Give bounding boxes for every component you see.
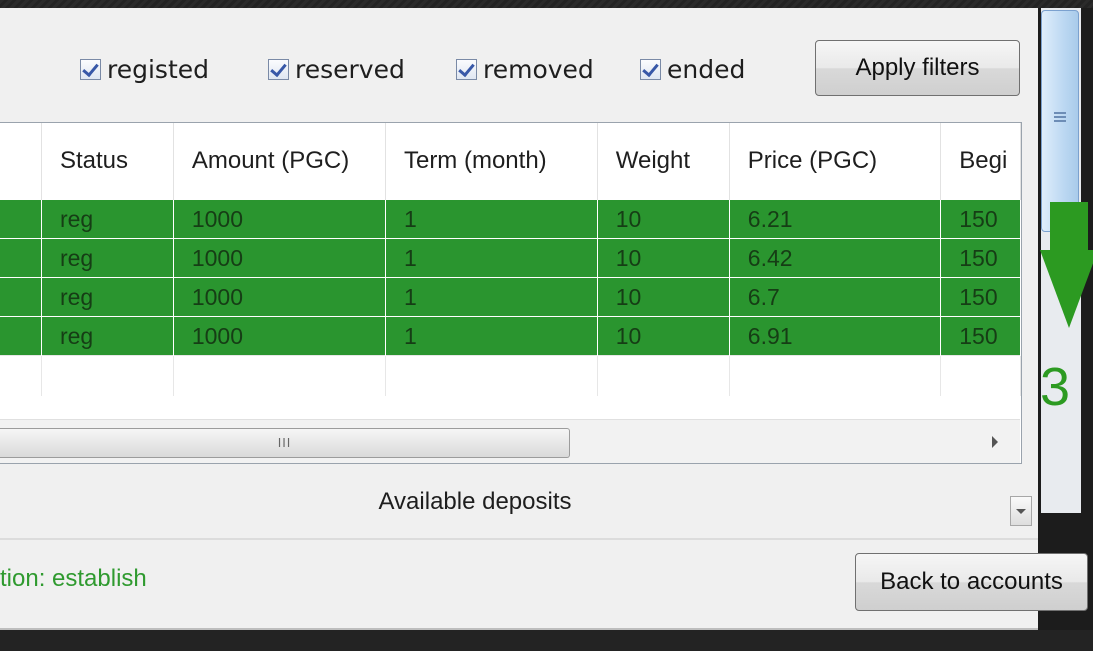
amount-cell: 1000: [173, 199, 386, 239]
table-row[interactable]: reg 1000 1 10 6.21 150: [0, 199, 1021, 239]
filter-removed-checkbox[interactable]: removed: [456, 54, 594, 84]
background-frame-bottom: [0, 630, 1093, 651]
table-row[interactable]: reg 1000 1 10 6.91 150: [0, 316, 1021, 356]
price-cell: 6.91: [729, 316, 942, 356]
row-select-cell[interactable]: [0, 277, 42, 317]
deposits-window: registed reserved removed ended Apply fi…: [0, 8, 1088, 630]
checkbox-checked-icon: [80, 58, 101, 80]
price-cell: 6.21: [729, 199, 942, 239]
divider: [0, 538, 1038, 540]
filter-label: registed: [107, 54, 210, 84]
action-status-text: tion: establish: [0, 565, 147, 592]
back-to-accounts-button[interactable]: Back to accounts: [855, 553, 1088, 611]
row-select-cell[interactable]: [0, 238, 42, 278]
column-header-amount[interactable]: Amount (PGC): [173, 123, 386, 200]
status-cell: reg: [41, 199, 174, 239]
scroll-right-icon[interactable]: [992, 436, 998, 448]
begin-cell: 150: [940, 199, 1021, 239]
filter-label: ended: [667, 54, 746, 84]
column-header-price[interactable]: Price (PGC): [729, 123, 942, 200]
column-header-status[interactable]: Status: [41, 123, 174, 200]
down-arrow-head-icon: [1040, 250, 1093, 328]
checkbox-checked-icon: [268, 58, 289, 80]
grip-icon: III: [277, 436, 292, 450]
row-select-cell[interactable]: [0, 199, 42, 239]
term-cell: 1: [385, 316, 598, 356]
status-cell: reg: [41, 277, 174, 317]
checkbox-checked-icon: [640, 58, 661, 80]
scroll-down-button[interactable]: [1010, 496, 1032, 526]
table-row[interactable]: reg 1000 1 10 6.7 150: [0, 277, 1021, 317]
column-header-term[interactable]: Term (month): [385, 123, 598, 200]
filter-ended-checkbox[interactable]: ended: [640, 54, 746, 84]
empty-row: [0, 355, 1021, 396]
filter-label: removed: [483, 54, 594, 84]
weight-cell: 10: [597, 199, 730, 239]
weight-cell: 10: [597, 238, 730, 278]
status-cell: reg: [41, 316, 174, 356]
column-header-row-select[interactable]: [0, 123, 42, 200]
weight-cell: 10: [597, 316, 730, 356]
deposits-grid[interactable]: Status Amount (PGC) Term (month) Weight …: [0, 122, 1022, 464]
price-cell: 6.7: [729, 277, 942, 317]
horizontal-scroll-thumb[interactable]: III: [0, 428, 570, 458]
grid-caption: Available deposits: [378, 488, 572, 515]
step-number-annotation: 3: [1040, 357, 1071, 417]
weight-cell: 10: [597, 277, 730, 317]
filters-bar: registed reserved removed ended Apply fi…: [0, 8, 1038, 118]
term-cell: 1: [385, 277, 598, 317]
begin-cell: 150: [940, 316, 1021, 356]
checkbox-checked-icon: [456, 58, 477, 80]
amount-cell: 1000: [173, 277, 386, 317]
apply-filters-button[interactable]: Apply filters: [815, 40, 1020, 96]
column-header-weight[interactable]: Weight: [597, 123, 730, 200]
amount-cell: 1000: [173, 238, 386, 278]
filter-reserved-checkbox[interactable]: reserved: [268, 54, 405, 84]
down-arrow-annotation-icon: [1050, 202, 1088, 252]
scroll-grip-icon: [1054, 112, 1066, 114]
amount-cell: 1000: [173, 316, 386, 356]
deposits-table: Status Amount (PGC) Term (month) Weight …: [0, 123, 1021, 396]
row-select-cell[interactable]: [0, 316, 42, 356]
term-cell: 1: [385, 238, 598, 278]
horizontal-scrollbar[interactable]: III: [0, 419, 1020, 463]
term-cell: 1: [385, 199, 598, 239]
vertical-scroll-thumb[interactable]: [1041, 10, 1079, 232]
filter-registed-checkbox[interactable]: registed: [80, 54, 210, 84]
table-header-row: Status Amount (PGC) Term (month) Weight …: [0, 123, 1021, 200]
price-cell: 6.42: [729, 238, 942, 278]
status-cell: reg: [41, 238, 174, 278]
column-header-begin[interactable]: Begi: [940, 123, 1021, 200]
background-frame: [0, 0, 1093, 8]
table-row[interactable]: reg 1000 1 10 6.42 150: [0, 238, 1021, 278]
begin-cell: 150: [940, 277, 1021, 317]
begin-cell: 150: [940, 238, 1021, 278]
filter-label: reserved: [295, 54, 405, 84]
